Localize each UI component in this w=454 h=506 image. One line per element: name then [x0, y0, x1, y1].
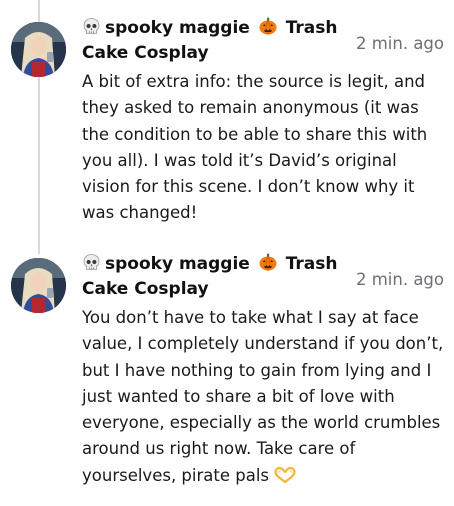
skull-icon	[82, 17, 101, 36]
pumpkin-icon	[258, 252, 278, 272]
timestamp: 2 min. ago	[355, 34, 444, 53]
pumpkin-icon	[258, 16, 278, 36]
author-name-part1: spooky maggie	[105, 18, 250, 38]
comment-author[interactable]: spooky maggie Trash Cake Cosplay	[82, 252, 347, 302]
heart-hands-icon	[274, 465, 296, 483]
avatar[interactable]	[11, 22, 66, 77]
timestamp: 2 min. ago	[355, 270, 444, 289]
author-name-part1: spooky maggie	[105, 254, 250, 274]
comment-body: You don’t have to take what I say at fac…	[82, 305, 444, 489]
avatar[interactable]	[11, 258, 66, 313]
skull-icon	[82, 253, 101, 272]
comment-body: A bit of extra info: the source is legit…	[82, 72, 428, 223]
comment-author[interactable]: spooky maggie Trash Cake Cosplay	[82, 16, 347, 66]
comment-body-text: You don’t have to take what I say at fac…	[82, 308, 444, 485]
